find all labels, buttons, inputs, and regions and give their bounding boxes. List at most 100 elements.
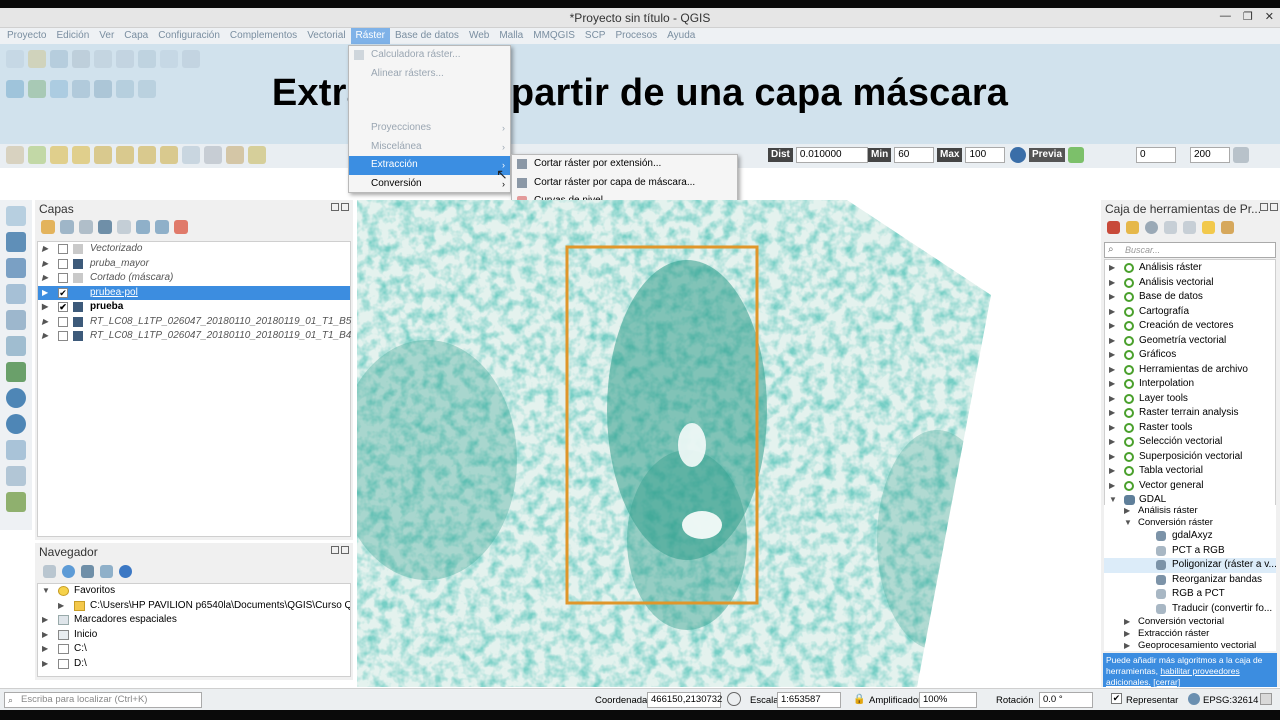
toolbox-algorithm[interactable]: gdalAxyz (1104, 529, 1276, 544)
nav-item-c[interactable]: ▶ C:\ (38, 642, 350, 657)
toolbox-algorithm[interactable]: Reorganizar bandas (1104, 573, 1276, 588)
render-checkbox[interactable]: ✔ (1111, 693, 1122, 704)
models-icon[interactable] (1107, 221, 1120, 234)
edit-features-icon[interactable] (1183, 221, 1196, 234)
refresh-icon[interactable] (62, 565, 75, 578)
toolbox-group[interactable]: ▶ Análisis ráster (1105, 261, 1275, 276)
selected-only-icon[interactable] (1202, 221, 1215, 234)
menu-item-proyecciones[interactable]: Proyecciones › (349, 119, 510, 138)
minimize-button[interactable]: — (1220, 10, 1231, 23)
epsg-label[interactable]: EPSG:32614 (1203, 694, 1258, 710)
pan-to-selection-icon[interactable] (28, 146, 46, 164)
menu-edicion[interactable]: Edición (51, 28, 94, 44)
menu-base-de-datos[interactable]: Base de datos (390, 28, 464, 44)
show-bookmarks-icon[interactable] (248, 146, 266, 164)
zoom-full-icon[interactable] (116, 146, 134, 164)
close-panel-icon[interactable] (341, 546, 349, 554)
toolbox-group[interactable]: ▶ Creación de vectores (1105, 319, 1275, 334)
collapse-all-icon[interactable] (100, 565, 113, 578)
close-button[interactable]: ✕ (1265, 10, 1274, 23)
add-raster-layer-icon[interactable] (6, 232, 26, 252)
options-wrench-icon[interactable] (1221, 221, 1234, 234)
remove-layer-icon[interactable] (174, 220, 188, 234)
menu-item-conversion[interactable]: Conversión › (349, 175, 510, 194)
collapse-all-icon[interactable] (155, 220, 169, 234)
add-wms-layer-icon[interactable] (6, 362, 26, 382)
new-bookmark-icon[interactable] (226, 146, 244, 164)
add-group-icon[interactable] (60, 220, 74, 234)
toolbox-group[interactable]: ▶ Raster terrain analysis (1105, 406, 1275, 421)
menu-raster[interactable]: Ráster (350, 28, 390, 44)
toolbox-group[interactable]: ▶ Tabla vectorial (1105, 464, 1275, 479)
add-delimited-icon[interactable] (6, 284, 26, 304)
preview-zoom-icon[interactable] (1010, 147, 1026, 163)
toolbox-group[interactable]: ▶ Raster tools (1105, 421, 1275, 436)
float-panel-icon[interactable] (331, 203, 339, 211)
submenu-item-cortar-mascara[interactable]: Cortar ráster por capa de máscara... (512, 174, 737, 193)
menu-capa[interactable]: Capa (119, 28, 153, 44)
nav-item-d[interactable]: ▶ D:\ (38, 657, 350, 672)
pan-hand-icon[interactable] (6, 146, 24, 164)
layer-row[interactable]: ▶ RT_LC08_L1TP_026047_20180110_20180119_0… (38, 329, 351, 344)
layer-row[interactable]: ▶ Cortado (máscara) (38, 271, 350, 286)
toolbox-subgroup[interactable]: ▼ Conversión ráster (1104, 517, 1276, 529)
menu-complementos[interactable]: Complementos (225, 28, 302, 44)
maximize-button[interactable]: ❐ (1243, 10, 1253, 23)
float-panel-icon[interactable] (331, 546, 339, 554)
zoom-in-icon[interactable] (50, 146, 68, 164)
nav-item-marcadores[interactable]: ▶ Marcadores espaciales (38, 613, 350, 628)
new-temp-layer-icon[interactable] (6, 466, 26, 486)
preview-label[interactable]: Previa (1029, 148, 1066, 162)
menu-item-alinear[interactable]: Alinear rásters... (349, 65, 510, 84)
coordinate-input[interactable]: 466150,2130732 (647, 692, 722, 708)
toolbox-group[interactable]: ▶ Layer tools (1105, 392, 1275, 407)
manage-themes-icon[interactable] (79, 220, 93, 234)
toolbox-algorithm[interactable]: Traducir (convertir fo... (1104, 602, 1276, 617)
max-input[interactable]: 100 (965, 147, 1006, 163)
map-canvas[interactable] (357, 200, 1097, 687)
zoom-layer-icon[interactable] (160, 146, 178, 164)
crs-globe-icon[interactable] (1188, 693, 1200, 705)
zoom-rubberband-icon[interactable] (94, 146, 112, 164)
new-geopackage-icon[interactable] (6, 492, 26, 512)
toolbox-group[interactable]: ▶ Interpolation (1105, 377, 1275, 392)
toolbox-group[interactable]: ▶ Geometría vectorial (1105, 334, 1275, 349)
menu-web[interactable]: Web (464, 28, 494, 44)
toolbox-algorithm[interactable]: RGB a PCT (1104, 587, 1276, 602)
nav-item-inicio[interactable]: ▶ Inicio (38, 628, 350, 643)
band-input[interactable]: 0 (1136, 147, 1176, 163)
zoom-out-icon[interactable] (72, 146, 90, 164)
new-shapefile-icon[interactable] (6, 440, 26, 460)
lock-icon[interactable]: 🔒 (853, 693, 865, 709)
scripts-icon[interactable] (1126, 221, 1139, 234)
close-info-link[interactable]: [cerrar] (1153, 677, 1180, 687)
add-wcs-layer-icon[interactable] (6, 388, 26, 408)
locator-search-input[interactable]: Escriba para localizar (Ctrl+K) (4, 692, 202, 708)
color-ramp-icon[interactable] (1068, 147, 1085, 163)
float-panel-icon[interactable] (1260, 203, 1268, 211)
add-wfs-layer-icon[interactable] (6, 414, 26, 434)
dist-input[interactable]: 0.010000 (795, 147, 868, 163)
add-spatialite-layer-icon[interactable] (6, 310, 26, 330)
toggle-extents-icon[interactable] (727, 692, 741, 706)
add-vector-layer-icon[interactable] (6, 206, 26, 226)
menu-procesos[interactable]: Procesos (610, 28, 662, 44)
toolbox-subgroup[interactable]: ▶ Conversión vectorial (1104, 616, 1276, 628)
messages-icon[interactable] (1260, 693, 1272, 705)
menu-vectorial[interactable]: Vectorial (302, 28, 350, 44)
add-virtual-layer-icon[interactable] (6, 336, 26, 356)
toolbox-group[interactable]: ▶ Base de datos (1105, 290, 1275, 305)
menu-ayuda[interactable]: Ayuda (662, 28, 700, 44)
toolbox-subgroup[interactable]: ▶ Análisis ráster (1104, 505, 1276, 517)
menu-malla[interactable]: Malla (494, 28, 528, 44)
layer-row[interactable]: ▶ ✔ prueba (38, 300, 350, 315)
toolbox-group[interactable]: ▶ Superposición vectorial (1105, 450, 1275, 465)
toolbox-group[interactable]: ▶ Cartografía (1105, 305, 1275, 320)
close-panel-icon[interactable] (341, 203, 349, 211)
nav-item-favoritos[interactable]: ▼ Favoritos (38, 584, 350, 599)
layer-row[interactable]: ▶ RT_LC08_L1TP_026047_20180110_20180119_0… (38, 315, 351, 330)
layer-row-selected[interactable]: ▶ ✔ prubea-pol (38, 285, 350, 300)
add-mesh-layer-icon[interactable] (6, 258, 26, 278)
style-icon[interactable] (41, 220, 55, 234)
toolbox-subgroup[interactable]: ▶ Extracción ráster (1104, 628, 1276, 640)
